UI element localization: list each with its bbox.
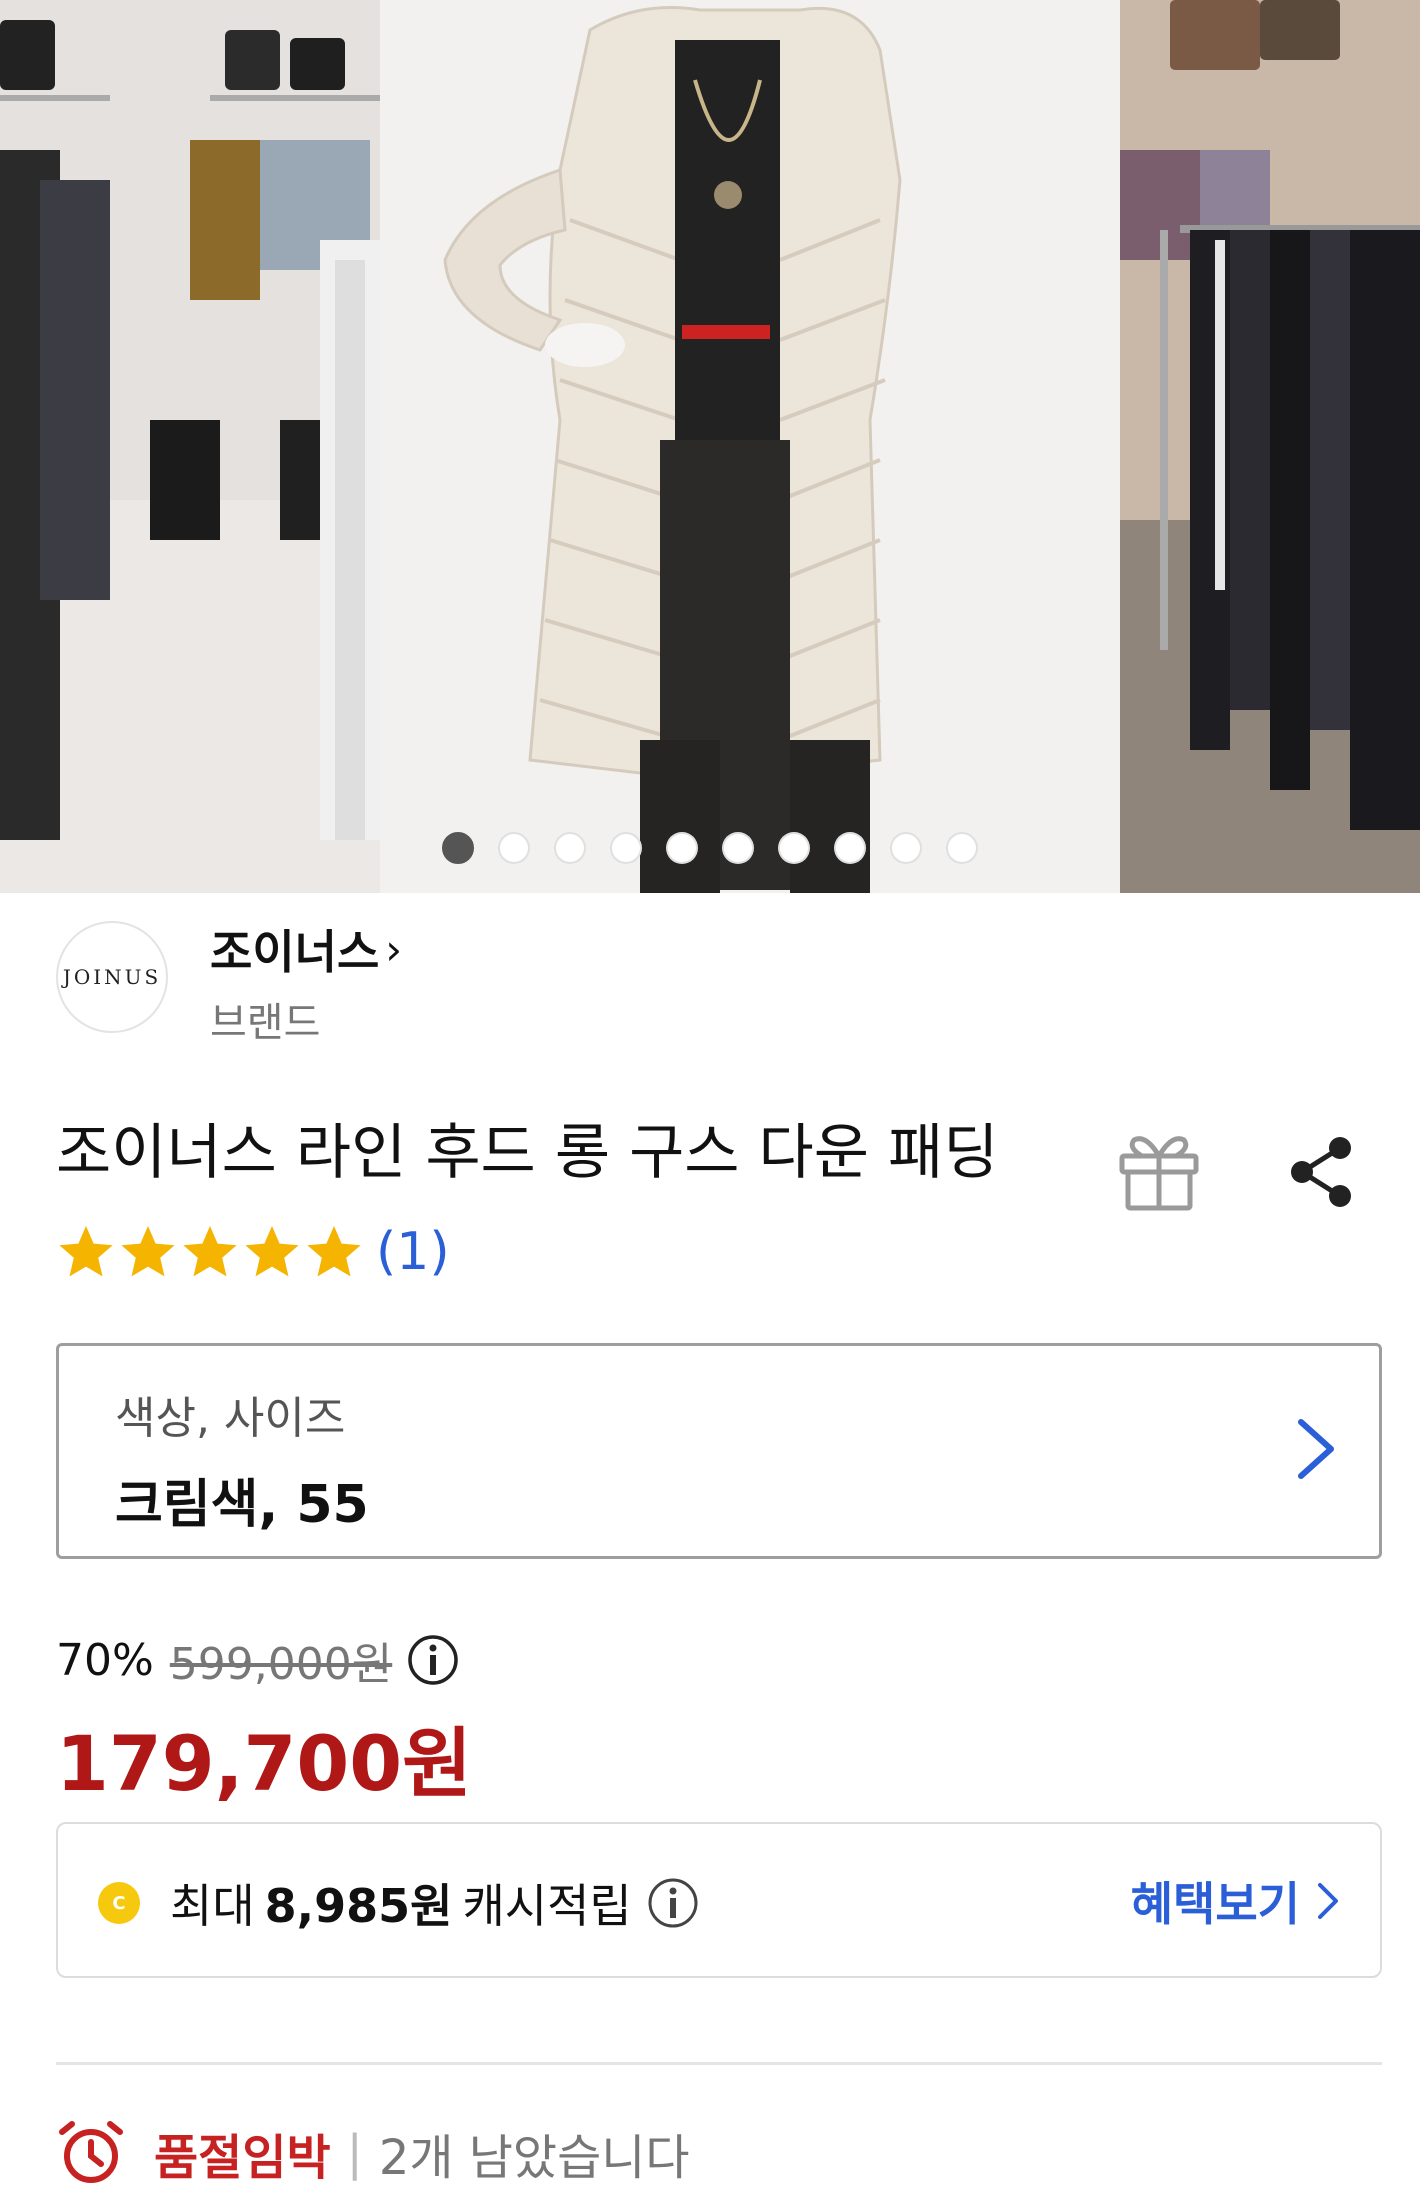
discount-rate: 70% bbox=[56, 1634, 154, 1686]
price-discount-line: 70% 599,000원 bbox=[56, 1628, 460, 1692]
chevron-right-icon bbox=[1318, 1883, 1338, 1919]
carousel-dot[interactable] bbox=[498, 832, 530, 864]
product-image-carousel[interactable] bbox=[0, 0, 1420, 893]
cashback-box[interactable]: C 최대 8,985원 캐시적립 혜택보기 bbox=[56, 1822, 1382, 1978]
chevron-right-icon bbox=[1298, 1419, 1334, 1479]
share-icon[interactable] bbox=[1290, 1136, 1354, 1208]
info-icon[interactable] bbox=[646, 1876, 700, 1930]
carousel-dot[interactable] bbox=[946, 832, 978, 864]
info-icon[interactable] bbox=[406, 1633, 460, 1687]
cashback-prefix: 최대 bbox=[170, 1879, 255, 1933]
review-count[interactable]: (1) bbox=[376, 1222, 450, 1282]
chevron-right-icon: › bbox=[385, 924, 403, 974]
carousel-dot[interactable] bbox=[722, 832, 754, 864]
cashback-text: 최대 8,985원 캐시적립 bbox=[170, 1870, 700, 1936]
star-icon bbox=[183, 1226, 237, 1277]
cashback-amount: 8,985원 bbox=[264, 1879, 453, 1933]
rating-stars bbox=[56, 1222, 364, 1282]
option-label: 색상, 사이즈 bbox=[115, 1393, 346, 1444]
cash-coin-icon: C bbox=[98, 1882, 140, 1924]
original-price: 599,000원 bbox=[169, 1639, 393, 1690]
brand-name: 조이너스 bbox=[210, 925, 380, 979]
brand-name-link[interactable]: 조이너스 › bbox=[210, 916, 402, 982]
stock-warning: 품절임박 | 2개 남았습니다 bbox=[56, 2118, 690, 2188]
carousel-dot[interactable] bbox=[442, 832, 474, 864]
carousel-dot[interactable] bbox=[554, 832, 586, 864]
product-title: 조이너스 라인 후드 롱 구스 다운 패딩 bbox=[56, 1118, 999, 1188]
cashback-suffix: 캐시적립 bbox=[462, 1879, 632, 1933]
brand-sub-label: 브랜드 bbox=[210, 1000, 321, 1046]
carousel-dot[interactable] bbox=[778, 832, 810, 864]
carousel-dot[interactable] bbox=[610, 832, 642, 864]
carousel-dot[interactable] bbox=[890, 832, 922, 864]
brand-logo-text: JOINUS bbox=[62, 965, 162, 989]
carousel-dot[interactable] bbox=[666, 832, 698, 864]
section-divider bbox=[56, 2062, 1382, 2065]
star-icon bbox=[59, 1226, 113, 1277]
brand-logo[interactable]: JOINUS bbox=[56, 921, 168, 1033]
stock-separator: | bbox=[346, 2125, 363, 2181]
stock-status: 품절임박 bbox=[154, 2130, 331, 2186]
sale-price: 179,700원 bbox=[56, 1719, 473, 1808]
gift-icon[interactable] bbox=[1116, 1126, 1202, 1212]
carousel-dot[interactable] bbox=[834, 832, 866, 864]
star-icon bbox=[245, 1226, 299, 1277]
benefit-link-label: 혜택보기 bbox=[1130, 1877, 1300, 1931]
option-value: 크림색, 55 bbox=[115, 1475, 369, 1535]
star-icon bbox=[121, 1226, 175, 1277]
star-icon bbox=[307, 1226, 361, 1277]
option-selector[interactable]: 색상, 사이즈 크림색, 55 bbox=[56, 1343, 1382, 1559]
stock-remaining: 2개 남았습니다 bbox=[378, 2130, 690, 2186]
alarm-clock-icon bbox=[59, 2121, 123, 2183]
benefit-link[interactable]: 혜택보기 bbox=[1131, 1868, 1340, 1934]
product-rating[interactable]: (1) bbox=[56, 1222, 450, 1282]
carousel-pagination[interactable] bbox=[0, 832, 1420, 864]
product-photo bbox=[0, 0, 1420, 893]
